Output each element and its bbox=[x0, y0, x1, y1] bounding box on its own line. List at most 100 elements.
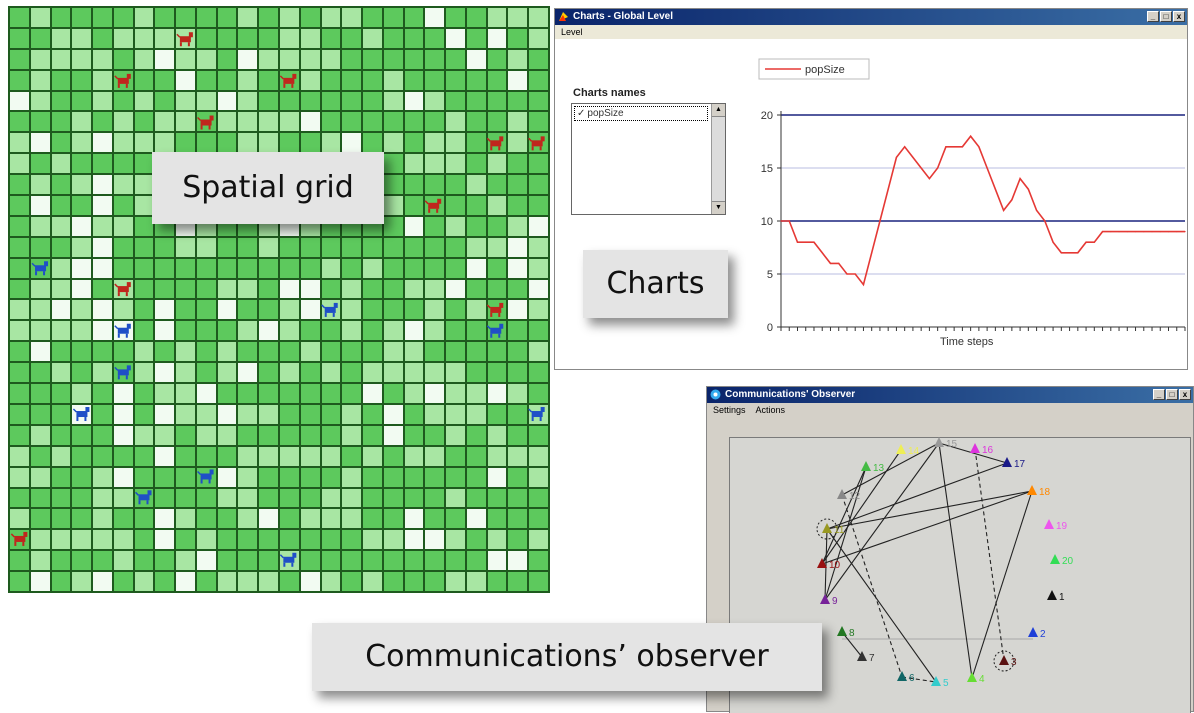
data-point bbox=[1035, 209, 1038, 211]
grid-cell bbox=[321, 425, 341, 445]
agent-node-17[interactable]: 17 bbox=[1002, 457, 1026, 470]
grid-cell bbox=[529, 49, 548, 69]
agent-node-19[interactable]: 19 bbox=[1044, 519, 1068, 532]
grid-cell bbox=[217, 279, 237, 299]
data-point bbox=[1151, 231, 1153, 233]
grid-cell bbox=[238, 321, 258, 341]
agent-node-3[interactable]: 3 bbox=[993, 650, 1017, 672]
grid-cell bbox=[508, 49, 528, 69]
minimize-button[interactable]: _ bbox=[1147, 11, 1159, 22]
grid-cell bbox=[300, 321, 320, 341]
agent-node-label: 9 bbox=[832, 596, 838, 607]
grid-cell bbox=[217, 91, 237, 111]
grid-cell bbox=[425, 154, 445, 174]
grid-cell bbox=[72, 258, 92, 278]
grid-cell bbox=[217, 237, 237, 257]
agent-node-9[interactable]: 9 bbox=[820, 594, 838, 607]
grid-cell bbox=[72, 112, 92, 132]
grid-cell bbox=[134, 70, 154, 90]
grid-cell bbox=[134, 488, 154, 508]
scroll-down-icon[interactable]: ▼ bbox=[712, 201, 725, 214]
agent-node-20[interactable]: 20 bbox=[1050, 554, 1074, 567]
grid-cell bbox=[466, 384, 486, 403]
data-point bbox=[1167, 231, 1170, 233]
agent-node-12[interactable]: 12 bbox=[837, 489, 861, 502]
grid-cell bbox=[259, 572, 278, 591]
agent-node-15[interactable]: 15 bbox=[934, 437, 958, 450]
data-point bbox=[937, 167, 939, 169]
grid-cell bbox=[134, 509, 154, 529]
grid-cell bbox=[155, 28, 175, 48]
grid-cell bbox=[529, 112, 548, 132]
grid-cell bbox=[508, 133, 528, 153]
grid-cell bbox=[176, 467, 195, 487]
close-button[interactable]: x bbox=[1173, 11, 1185, 22]
data-point bbox=[1044, 220, 1046, 222]
agent-node-7[interactable]: 7 bbox=[857, 651, 875, 664]
maximize-button[interactable]: □ bbox=[1160, 11, 1172, 22]
scroll-up-icon[interactable]: ▲ bbox=[712, 104, 725, 117]
grid-cell bbox=[72, 175, 92, 195]
data-point bbox=[1184, 231, 1186, 233]
grid-cell bbox=[383, 258, 403, 278]
grid-cell bbox=[342, 112, 362, 132]
charts-names-list[interactable]: ✓ popSize ▲ ▼ bbox=[571, 103, 726, 215]
charts-titlebar[interactable]: Charts - Global Level _ □ x bbox=[555, 9, 1187, 25]
grid-cell bbox=[321, 363, 341, 383]
grid-cell bbox=[238, 551, 258, 571]
grid-cell bbox=[196, 49, 216, 69]
grid-cell bbox=[425, 551, 445, 571]
grid-cell bbox=[363, 258, 382, 278]
grid-cell bbox=[176, 133, 195, 153]
agent-node-2[interactable]: 2 bbox=[1028, 627, 1046, 640]
grid-cell bbox=[425, 404, 445, 424]
grid-cell bbox=[279, 28, 299, 48]
grid-cell bbox=[10, 363, 29, 383]
grid-cell bbox=[487, 572, 507, 591]
grid-cell bbox=[176, 488, 195, 508]
grid-cell bbox=[72, 384, 92, 403]
grid-cell bbox=[425, 28, 445, 48]
agent-node-10[interactable]: 10 bbox=[817, 558, 841, 571]
grid-cell bbox=[300, 530, 320, 550]
grid-cell bbox=[176, 425, 195, 445]
grid-cell bbox=[425, 175, 445, 195]
grid-cell bbox=[155, 8, 175, 27]
grid-cell bbox=[72, 425, 92, 445]
list-scrollbar[interactable]: ▲ ▼ bbox=[711, 104, 725, 214]
grid-cell bbox=[321, 321, 341, 341]
agent-node-1[interactable]: 1 bbox=[1047, 590, 1065, 603]
agent-node-16[interactable]: 16 bbox=[970, 443, 994, 456]
grid-cell bbox=[10, 404, 29, 424]
grid-cell bbox=[238, 70, 258, 90]
grid-cell bbox=[176, 551, 195, 571]
grid-cell bbox=[51, 446, 71, 466]
menu-level[interactable]: Level bbox=[561, 25, 583, 39]
grid-cell bbox=[383, 509, 403, 529]
grid-cell bbox=[51, 8, 71, 27]
spatial-grid[interactable] bbox=[8, 6, 550, 593]
data-point bbox=[813, 241, 815, 243]
grid-cell bbox=[113, 154, 133, 174]
grid-cell bbox=[217, 509, 237, 529]
grid-cell bbox=[217, 49, 237, 69]
grid-cell bbox=[217, 404, 237, 424]
agent-node-14[interactable]: 14 bbox=[896, 444, 920, 457]
grid-cell bbox=[134, 28, 154, 48]
grid-cell bbox=[134, 300, 154, 320]
grid-cell bbox=[10, 196, 29, 215]
grid-cell bbox=[342, 488, 362, 508]
grid-cell bbox=[466, 112, 486, 132]
data-point bbox=[821, 252, 823, 254]
grid-cell bbox=[51, 342, 71, 362]
agent-node-4[interactable]: 4 bbox=[967, 672, 985, 685]
chart-list-item-popsize[interactable]: ✓ popSize bbox=[574, 106, 708, 121]
grid-cell bbox=[342, 530, 362, 550]
agent-node-6[interactable]: 6 bbox=[897, 671, 915, 684]
grid-cell bbox=[487, 342, 507, 362]
grid-cell bbox=[196, 425, 216, 445]
grid-cell bbox=[259, 551, 278, 571]
data-point bbox=[904, 146, 906, 148]
grid-cell bbox=[300, 509, 320, 529]
grid-cell bbox=[93, 154, 112, 174]
